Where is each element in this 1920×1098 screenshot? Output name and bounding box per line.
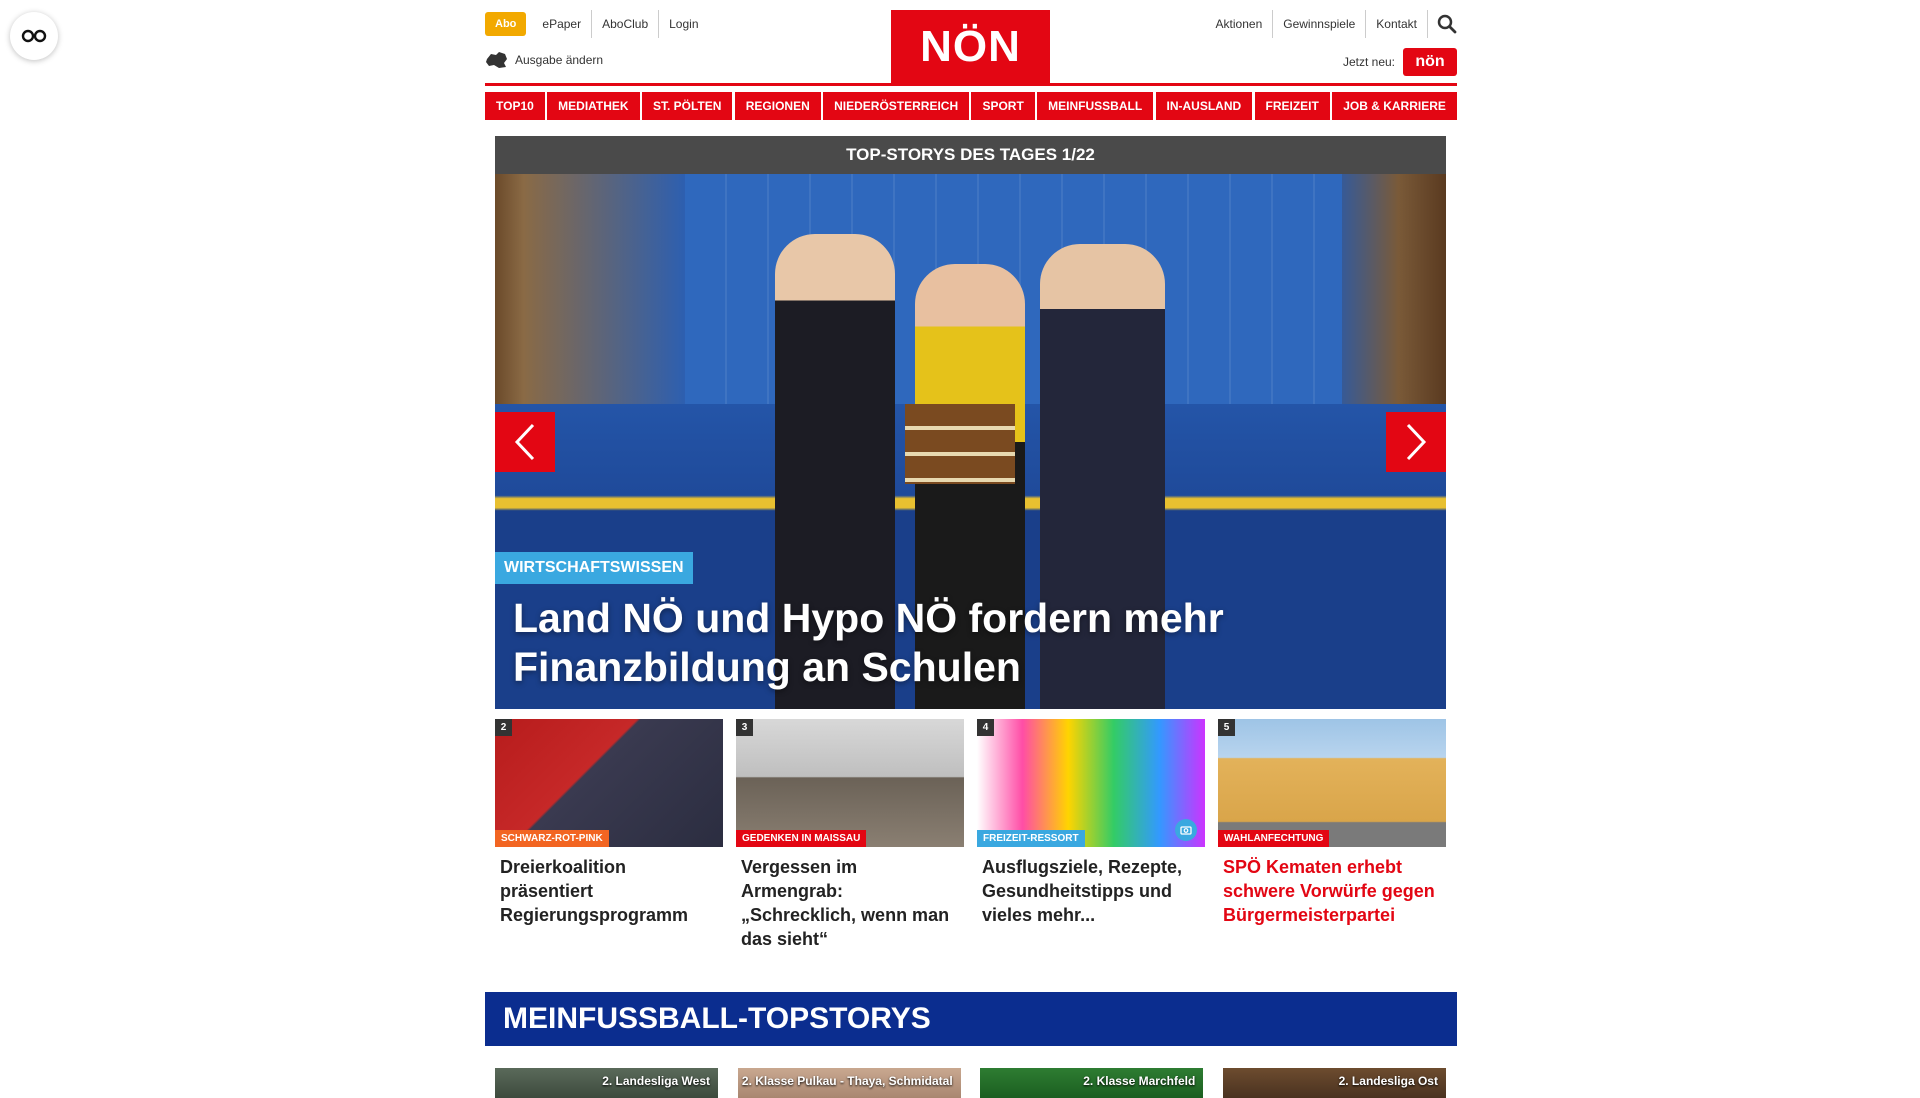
top-links-right: Aktionen Gewinnspiele Kontakt [1206,10,1457,38]
fussball-league: 2. Landesliga West [602,1074,710,1088]
jetzt-neu[interactable]: Jetzt neu: nön [1343,48,1457,76]
story-image: 2 SCHWARZ-ROT-PINK [495,719,723,847]
meinfussball-header[interactable]: MEINFUSSBALL-TOPSTORYS [485,992,1457,1046]
aboclub-link[interactable]: AboClub [591,10,658,38]
hero-image: WIRTSCHAFTSWISSEN Land NÖ und Hypo NÖ fo… [495,174,1446,709]
story-number: 4 [977,719,994,736]
fussball-league: 2. Klasse Marchfeld [1083,1074,1196,1088]
story-card[interactable]: 2 SCHWARZ-ROT-PINK Dreierkoalition präse… [495,719,723,951]
story-title: SPÖ Kematen erhebt schwere Vorwürfe gege… [1223,857,1435,925]
nav-item-sport[interactable]: SPORT [971,92,1035,120]
slider-next-button[interactable] [1386,412,1446,472]
fussball-card[interactable]: 2. Klasse Pulkau - Thaya, Schmidatal [737,1068,961,1098]
story-card[interactable]: 5 WAHLANFECHTUNG SPÖ Kematen erhebt schw… [1218,719,1446,951]
chevron-right-icon [1406,423,1427,461]
search-icon [1437,14,1457,34]
story-image: 4 FREIZEIT-RESSORT [977,719,1205,847]
story-tag: WAHLANFECHTUNG [1218,830,1330,847]
chevron-left-icon [514,423,535,461]
story-image: 3 GEDENKEN IN MAISSAU [736,719,964,847]
top-story-slider[interactable]: TOP-STORYS DES TAGES 1/22 WIRTSCHAFTSWIS… [495,136,1446,709]
site-logo[interactable]: NÖN [891,10,1050,84]
story-number: 5 [1218,719,1235,736]
story-cards: 2 SCHWARZ-ROT-PINK Dreierkoalition präse… [495,719,1446,951]
nav-item-top10[interactable]: TOP10 [485,92,545,120]
epaper-link[interactable]: ePaper [532,10,591,38]
kids-non-logo: nön [1403,48,1457,76]
main-nav: TOP10 MEDIATHEK ST. PÖLTEN REGIONEN NIED… [485,92,1457,120]
jetzt-neu-label: Jetzt neu: [1342,55,1395,69]
story-tag: FREIZEIT-RESSORT [977,830,1085,847]
lower-austria-map-icon [486,52,507,68]
nav-item-niederoesterreich[interactable]: NIEDERÖSTERREICH [823,92,970,120]
nav-item-meinfussball[interactable]: MEINFUSSBALL [1037,92,1154,120]
fussball-card[interactable]: 2. Landesliga West [495,1068,718,1098]
slider-prev-button[interactable] [495,412,555,472]
nav-item-job-karriere[interactable]: JOB & KARRIERE [1332,92,1457,120]
fussball-league: 2. Landesliga Ost [1338,1074,1438,1088]
story-title: Vergessen im Armengrab: „Schrecklich, we… [741,857,950,949]
nav-item-freizeit[interactable]: FREIZEIT [1254,92,1330,120]
edition-label: Ausgabe ändern [515,53,604,67]
story-card[interactable]: 3 GEDENKEN IN MAISSAU Vergessen im Armen… [736,719,964,951]
story-tag: SCHWARZ-ROT-PINK [495,830,609,847]
story-title: Ausflugsziele, Rezepte, Gesundheitstipps… [982,857,1183,925]
gewinnspiele-link[interactable]: Gewinnspiele [1272,10,1365,38]
edition-switch[interactable]: Ausgabe ändern [485,51,603,69]
header-divider [485,83,1457,86]
nav-item-regionen[interactable]: REGIONEN [734,92,821,120]
glasses-icon [21,29,47,43]
search-button[interactable] [1427,10,1457,38]
top-links-left: Abo ePaper AboClub Login [485,10,709,38]
nav-item-in-ausland[interactable]: IN-AUSLAND [1155,92,1253,120]
story-card[interactable]: 4 FREIZEIT-RESSORT Ausflugsziele, Rezept… [977,719,1205,951]
slider-header: TOP-STORYS DES TAGES 1/22 [495,136,1446,174]
nav-item-mediathek[interactable]: MEDIATHEK [547,92,640,120]
story-number: 3 [736,719,753,736]
abo-button[interactable]: Abo [485,12,527,36]
story-title: Dreierkoalition präsentiert Regierungspr… [500,857,689,925]
fussball-card[interactable]: 2. Landesliga Ost [1222,1068,1446,1098]
story-number: 2 [495,719,512,736]
aktionen-link[interactable]: Aktionen [1206,10,1273,38]
nav-item-st-poelten[interactable]: ST. PÖLTEN [641,92,733,120]
meinfussball-cards: 2. Landesliga West 2. Klasse Pulkau - Th… [495,1068,1446,1098]
accessibility-button[interactable] [10,12,58,60]
story-image: 5 WAHLANFECHTUNG [1218,719,1446,847]
hero-kicker[interactable]: WIRTSCHAFTSWISSEN [495,552,693,584]
hero-title[interactable]: Land NÖ und Hypo NÖ fordern mehr Finanzb… [513,594,1393,692]
story-tag: GEDENKEN IN MAISSAU [736,830,867,847]
fussball-card[interactable]: 2. Klasse Marchfeld [980,1068,1204,1098]
fussball-league: 2. Klasse Pulkau - Thaya, Schmidatal [741,1074,953,1088]
camera-icon [1175,819,1197,841]
book-stack [905,404,1015,484]
kontakt-link[interactable]: Kontakt [1365,10,1427,38]
login-link[interactable]: Login [658,10,708,38]
